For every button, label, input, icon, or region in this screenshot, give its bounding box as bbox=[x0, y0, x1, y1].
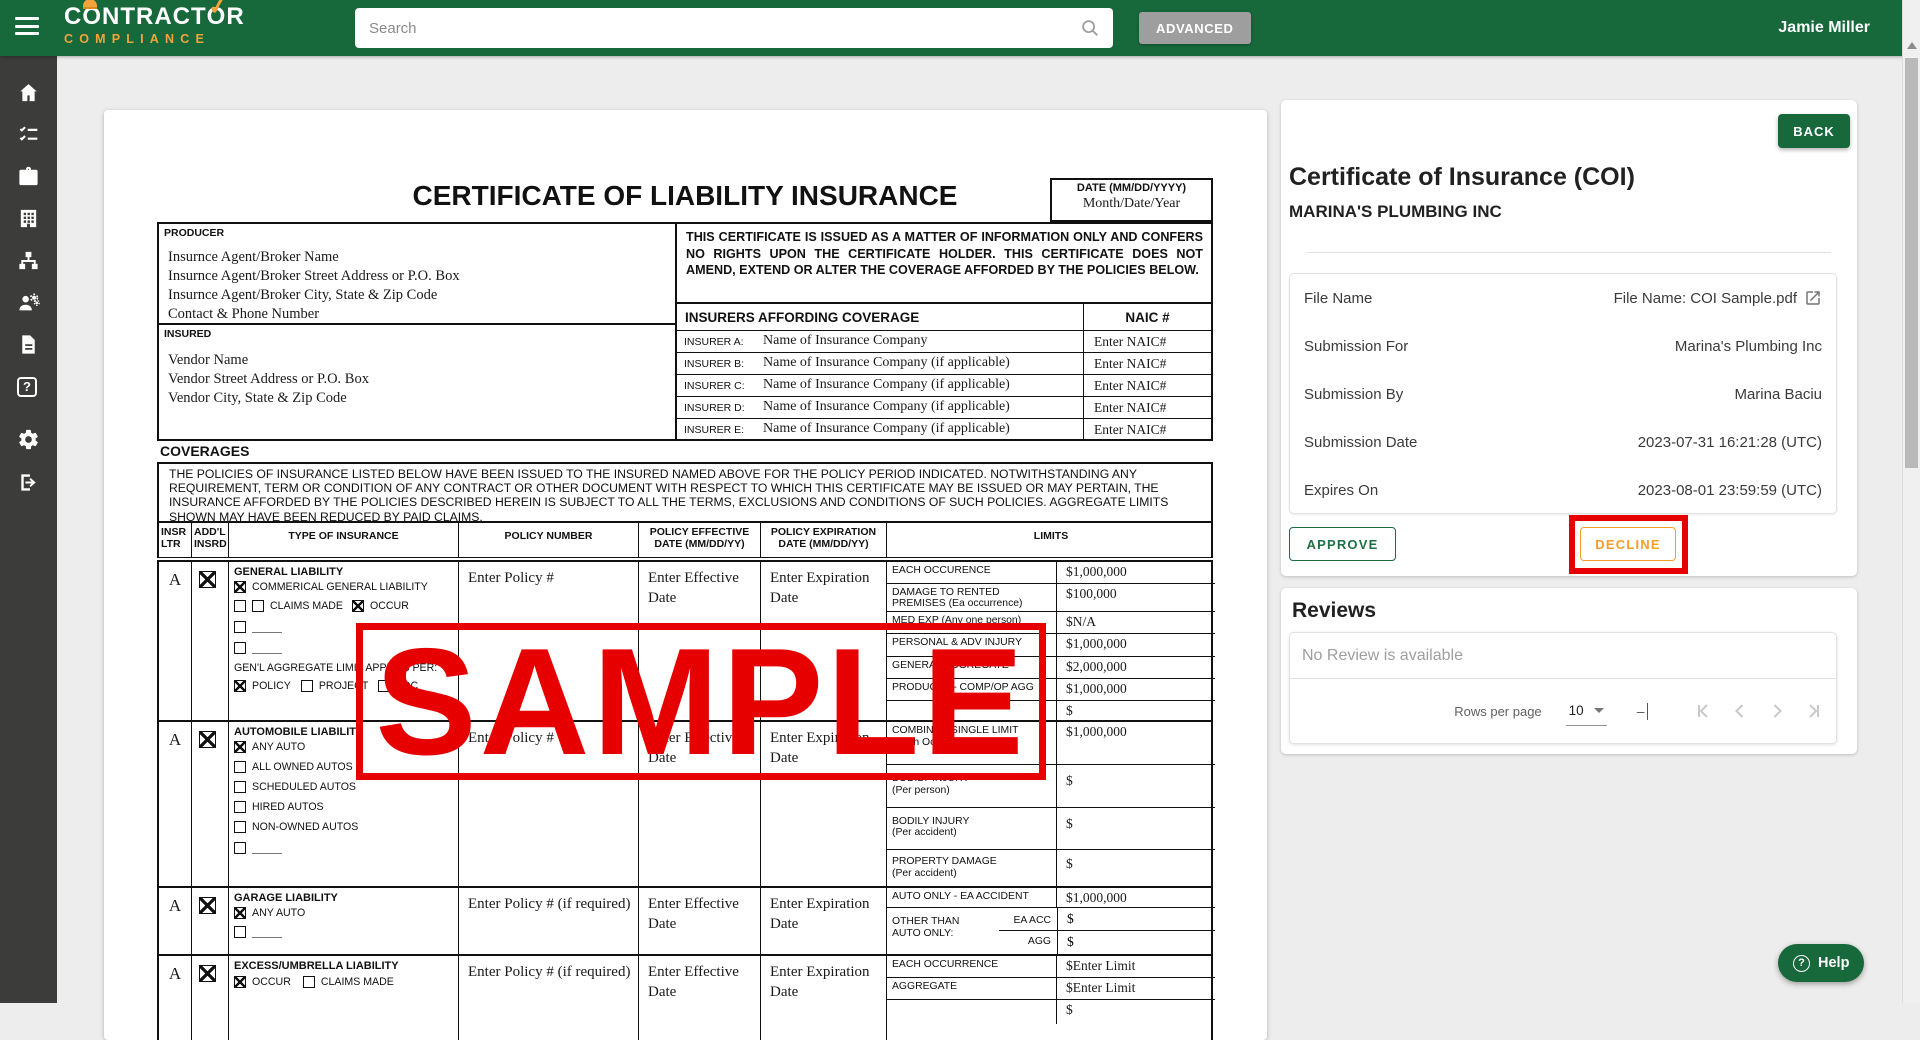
advanced-search-button[interactable]: ADVANCED bbox=[1139, 12, 1251, 44]
logo-compliance: COMPLIANCE bbox=[64, 32, 211, 46]
rows-per-page-label: Rows per page bbox=[1454, 703, 1542, 719]
next-page-icon[interactable] bbox=[1765, 699, 1789, 723]
briefcase-icon[interactable] bbox=[17, 165, 40, 188]
checkmark-icon: O bbox=[207, 5, 227, 29]
chevron-down-icon bbox=[1593, 707, 1604, 713]
checked-checkbox[interactable] bbox=[198, 731, 216, 748]
insurer-row: INSURER D: Name of Insurance Company (if… bbox=[677, 397, 1211, 419]
disclaimer-box: THIS CERTIFICATE IS ISSUED AS A MATTER O… bbox=[675, 222, 1213, 304]
checked-checkbox[interactable] bbox=[198, 571, 216, 588]
hardhat-icon: O bbox=[82, 0, 103, 30]
back-button[interactable]: BACK bbox=[1778, 114, 1850, 148]
submission-details: File Name File Name: COI Sample.pdf Subm… bbox=[1289, 273, 1837, 514]
help-button[interactable]: Help bbox=[1778, 944, 1865, 982]
detail-row-submission-for: Submission For Marina's Plumbing Inc bbox=[1304, 337, 1822, 355]
detail-row-expires-on: Expires On 2023-08-01 23:59:59 (UTC) bbox=[1304, 481, 1822, 499]
logout-icon[interactable] bbox=[17, 471, 40, 494]
scroll-up-arrow-icon[interactable] bbox=[1907, 42, 1917, 49]
last-page-icon[interactable] bbox=[1802, 699, 1826, 723]
contractor-name: MARINA'S PLUMBING INC bbox=[1289, 202, 1502, 221]
page-range-indicator: – bbox=[1637, 702, 1648, 720]
question-mark-icon bbox=[1793, 954, 1810, 972]
help-icon[interactable] bbox=[17, 377, 40, 400]
decline-button[interactable]: DECLINE bbox=[1580, 527, 1676, 561]
home-icon[interactable] bbox=[17, 81, 40, 104]
insurer-row: INSURER C: Name of Insurance Company (if… bbox=[677, 375, 1211, 397]
approve-button[interactable]: APPROVE bbox=[1289, 527, 1396, 561]
scrollbar[interactable] bbox=[1902, 0, 1920, 1003]
tasks-checklist-icon[interactable] bbox=[17, 123, 40, 146]
reviews-heading: Reviews bbox=[1292, 599, 1377, 622]
menu-icon[interactable] bbox=[15, 17, 39, 39]
insurers-header: INSURERS AFFORDING COVERAGE bbox=[685, 310, 920, 325]
insurer-row: INSURER B: Name of Insurance Company (if… bbox=[677, 353, 1211, 375]
naic-header: NAIC # bbox=[1083, 304, 1211, 330]
detail-row-submission-date: Submission Date 2023-07-31 16:21:28 (UTC… bbox=[1304, 433, 1822, 451]
insurers-table: INSURERS AFFORDING COVERAGE NAIC # INSUR… bbox=[675, 302, 1213, 441]
previous-page-icon[interactable] bbox=[1728, 699, 1752, 723]
panel-title: Certificate of Insurance (COI) bbox=[1289, 163, 1635, 191]
search-bar bbox=[355, 8, 1113, 48]
search-input[interactable] bbox=[355, 19, 1079, 37]
coverage-row-excess-umbrella: A EXCESS/UMBRELLA LIABILITY OCCUR CLAIMS … bbox=[157, 954, 1215, 1040]
producer-box: PRODUCER Insurnce Agent/Broker Name Insu… bbox=[157, 222, 677, 325]
documents-icon[interactable] bbox=[17, 333, 40, 356]
checked-checkbox[interactable] bbox=[198, 897, 216, 914]
coverage-table-header: INSR LTR ADD'L INSRD TYPE OF INSURANCE POL… bbox=[157, 521, 1213, 558]
settings-gear-icon[interactable] bbox=[17, 428, 40, 451]
org-chart-icon[interactable] bbox=[17, 249, 40, 272]
search-icon bbox=[1082, 20, 1098, 36]
sample-watermark: SAMPLE bbox=[356, 623, 1046, 780]
first-page-icon[interactable] bbox=[1691, 699, 1715, 723]
date-box: DATE (MM/DD/YYYY) Month/Date/Year bbox=[1050, 178, 1213, 222]
reviews-empty-text: No Review is available bbox=[1290, 633, 1836, 679]
app-logo: CONTRACTOR COMPLIANCE bbox=[64, 0, 245, 46]
rows-per-page-select[interactable]: 10 bbox=[1565, 697, 1607, 726]
contractors-workers-icon[interactable] bbox=[17, 291, 40, 314]
detail-row-submission-by: Submission By Marina Baciu bbox=[1304, 385, 1822, 403]
coverages-paragraph: THE POLICIES OF INSURANCE LISTED BELOW H… bbox=[157, 462, 1213, 524]
scrollbar-thumb[interactable] bbox=[1905, 58, 1918, 468]
divider bbox=[1307, 252, 1831, 253]
coverage-row-garage-liability: A GARAGE LIABILITY ANY AUTO Enter Policy… bbox=[157, 886, 1215, 954]
file-name-link[interactable]: File Name: COI Sample.pdf bbox=[1614, 290, 1797, 307]
coverages-heading: COVERAGES bbox=[160, 443, 250, 459]
company-building-icon[interactable] bbox=[17, 207, 40, 230]
user-name[interactable]: Jamie Miller bbox=[1778, 19, 1870, 37]
pagination-bar: Rows per page 10 – bbox=[1290, 679, 1836, 743]
checked-checkbox[interactable] bbox=[198, 965, 216, 982]
insured-box: INSURED Vendor Name Vendor Street Addres… bbox=[157, 323, 677, 441]
logo-contractor: CONTRACTOR bbox=[64, 0, 245, 30]
detail-row-file-name: File Name File Name: COI Sample.pdf bbox=[1290, 274, 1836, 322]
insurer-row: INSURER E: Name of Insurance Company (if… bbox=[677, 419, 1211, 441]
reviews-table: No Review is available Rows per page 10 … bbox=[1289, 632, 1837, 744]
sidebar-nav bbox=[0, 56, 57, 1003]
open-in-new-icon[interactable] bbox=[1804, 289, 1822, 307]
insurer-row: INSURER A: Name of Insurance Company Ent… bbox=[677, 331, 1211, 353]
document-viewer[interactable]: CERTIFICATE OF LIABILITY INSURANCE DATE … bbox=[104, 110, 1267, 1040]
app-header: CONTRACTOR COMPLIANCE ADVANCED Jamie Mil… bbox=[0, 0, 1920, 56]
